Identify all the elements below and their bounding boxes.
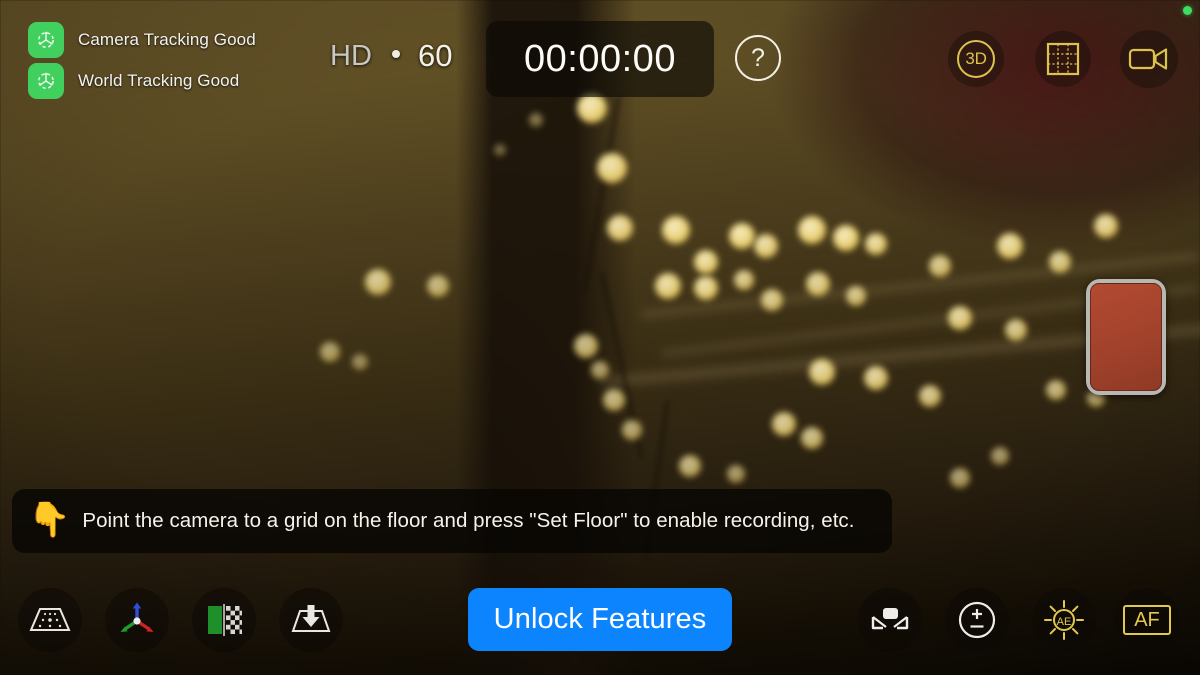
world-tracking-label: World Tracking Good [78, 71, 240, 90]
unlock-features-button[interactable]: Unlock Features [468, 588, 732, 651]
set-floor-button[interactable] [279, 588, 343, 652]
auto-focus-button[interactable]: AF [1115, 588, 1179, 652]
3d-circle-icon: 3D [957, 40, 995, 78]
svg-text:AE: AE [1057, 616, 1072, 628]
plus-minus-circle-icon [958, 601, 996, 639]
pointing-down-hand-icon: 👇 [28, 501, 71, 539]
camera-privacy-indicator [1183, 6, 1192, 15]
exposure-button[interactable] [945, 588, 1009, 652]
media-thumbnail-image [1090, 283, 1162, 391]
af-box-icon: AF [1123, 605, 1171, 635]
occlusion-toggle-button[interactable] [192, 588, 256, 652]
camera-tracking-label: Camera Tracking Good [78, 30, 256, 49]
arrow-down-into-plane-icon [291, 605, 331, 632]
camera-tracking-badge [28, 22, 64, 58]
help-button[interactable]: ? [735, 35, 781, 81]
grid-overlay-button[interactable] [1035, 31, 1091, 87]
fps-label[interactable]: 60 [418, 38, 452, 74]
perspective-grid-icon [29, 608, 71, 631]
separator-dot-icon [392, 50, 400, 58]
green-checkerboard-icon [208, 604, 242, 636]
tracking-status-row: Camera Tracking Good [28, 20, 256, 60]
hint-banner: 👇 Point the camera to a grid on the floo… [12, 489, 892, 553]
auto-exposure-button[interactable]: AE [1032, 588, 1096, 652]
plane-bracket-icon [871, 608, 909, 630]
tracking-target-icon [38, 72, 54, 89]
ar-camera-app: Camera Tracking Good World Tracking Good… [0, 0, 1200, 675]
tracking-target-icon [38, 31, 54, 48]
hint-text: Point the camera to a grid on the floor … [82, 509, 855, 532]
media-thumbnail[interactable] [1086, 279, 1166, 395]
sun-ae-icon: AE [1044, 600, 1084, 640]
grid-square-icon [1046, 42, 1080, 76]
timecode-display: 00:00:00 [486, 21, 714, 97]
axes-toggle-button[interactable] [105, 588, 169, 652]
3d-mode-button[interactable]: 3D [948, 31, 1004, 87]
quality-label[interactable]: HD [330, 40, 372, 73]
world-tracking-badge [28, 63, 64, 99]
timecode-value: 00:00:00 [524, 37, 676, 80]
floor-grid-button[interactable] [18, 588, 82, 652]
plane-detection-button[interactable] [858, 588, 922, 652]
tracking-status-panel: Camera Tracking Good World Tracking Good [28, 20, 256, 102]
xyz-axes-icon [120, 602, 154, 632]
record-mode-button[interactable] [1120, 30, 1178, 88]
tracking-status-row: World Tracking Good [28, 61, 256, 101]
video-camera-icon [1128, 48, 1168, 70]
question-mark-icon: ? [735, 35, 781, 81]
